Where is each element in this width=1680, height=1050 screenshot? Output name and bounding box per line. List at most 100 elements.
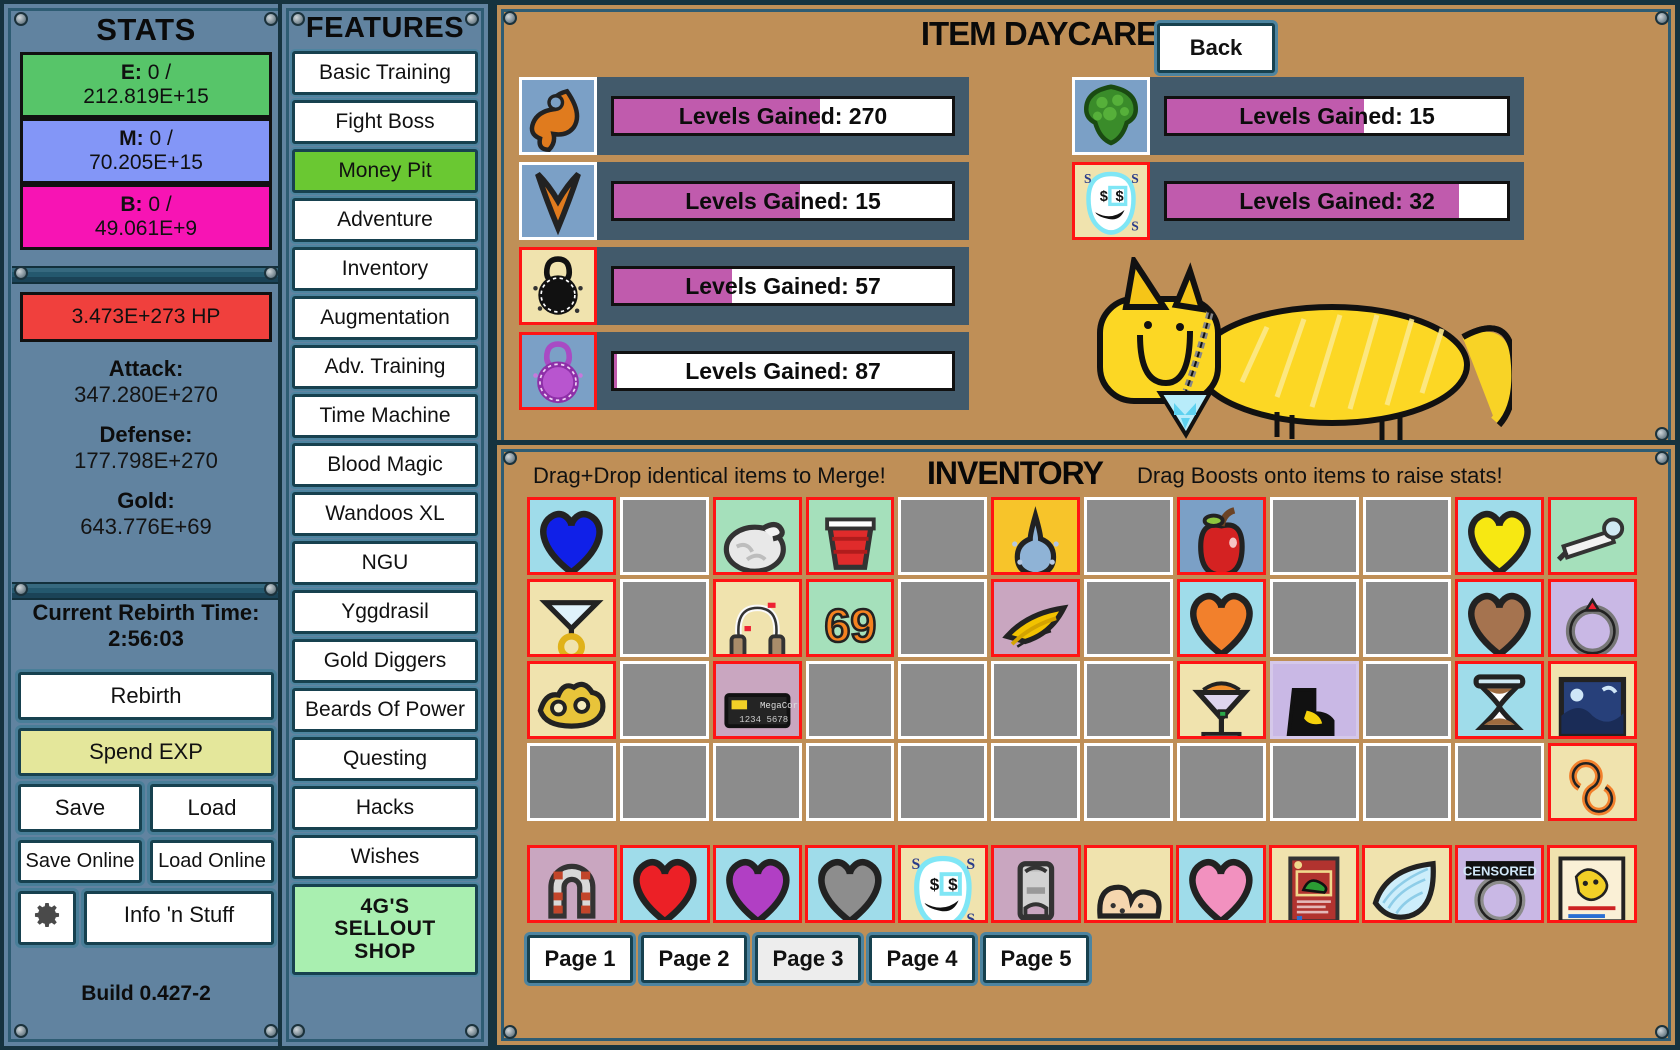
- feature-wandoos-xl[interactable]: Wandoos XL: [292, 492, 478, 536]
- inventory-slot-purple-ring[interactable]: [1548, 579, 1637, 657]
- feature-yggdrasil[interactable]: Yggdrasil: [292, 590, 478, 634]
- inventory-slot-starry-night[interactable]: [1548, 661, 1637, 739]
- settings-button[interactable]: [18, 891, 76, 945]
- feature-time-machine[interactable]: Time Machine: [292, 394, 478, 438]
- feature-gold-diggers[interactable]: Gold Diggers: [292, 639, 478, 683]
- inventory-slot-empty[interactable]: [805, 661, 895, 739]
- inventory-slot-censored-ring[interactable]: CENSORED: [1454, 845, 1545, 923]
- inventory-slot-empty[interactable]: [1084, 579, 1173, 657]
- inventory-slot-ice-wing[interactable]: [1361, 845, 1452, 923]
- inventory-slot-orange-heart[interactable]: [1176, 579, 1266, 657]
- inventory-slot-empty[interactable]: [898, 579, 988, 657]
- back-button[interactable]: Back: [1157, 23, 1275, 73]
- inventory-slot-cocktail-glass[interactable]: [1176, 661, 1266, 739]
- page-button-page-5[interactable]: Page 5: [983, 935, 1089, 983]
- rebirth-button[interactable]: Rebirth: [18, 672, 274, 720]
- inventory-slot-sixty-nine[interactable]: 69: [805, 579, 895, 657]
- sellout-shop-button[interactable]: 4G'S SELLOUT SHOP: [292, 884, 478, 975]
- load-online-button[interactable]: Load Online: [150, 840, 274, 883]
- inventory-slot-empty[interactable]: [1269, 743, 1359, 821]
- boomerang-item[interactable]: [519, 162, 597, 240]
- feature-wishes[interactable]: Wishes: [292, 835, 478, 879]
- inventory-slot-blue-gem-charm[interactable]: [991, 497, 1080, 575]
- inventory-slot-red-cup[interactable]: [805, 497, 895, 575]
- inventory-slot-earbuds[interactable]: [712, 579, 802, 657]
- feature-ngu[interactable]: NGU: [292, 541, 478, 585]
- daycare-slot[interactable]: Levels Gained: 15: [519, 162, 969, 240]
- inventory-slot-red-apple[interactable]: [1176, 497, 1266, 575]
- inventory-slot-empty[interactable]: [619, 579, 709, 657]
- inventory-slot-blue-heart[interactable]: [527, 497, 616, 575]
- money-ghost-item[interactable]: $ $ S S S: [1072, 162, 1150, 240]
- inventory-slot-horseshoe-magnet[interactable]: [527, 845, 617, 923]
- inventory-slot-empty[interactable]: [1084, 661, 1173, 739]
- inventory-slot-empty[interactable]: [898, 661, 988, 739]
- inventory-slot-empty[interactable]: [898, 743, 988, 821]
- inventory-slot-empty[interactable]: [619, 743, 709, 821]
- daycare-slot[interactable]: $ $ S S S Levels Gained: 32: [1072, 162, 1524, 240]
- save-online-button[interactable]: Save Online: [18, 840, 142, 883]
- page-button-page-1[interactable]: Page 1: [527, 935, 633, 983]
- inventory-slot-empty[interactable]: [1084, 497, 1173, 575]
- inventory-slot-empty[interactable]: [991, 743, 1080, 821]
- inventory-slot-gold-knuckles[interactable]: [527, 661, 616, 739]
- inventory-slot-empty[interactable]: [991, 661, 1080, 739]
- inventory-slot-hourglass[interactable]: [1455, 661, 1545, 739]
- inventory-slot-black-boot[interactable]: [1269, 661, 1359, 739]
- black-amulet-item[interactable]: [519, 247, 597, 325]
- load-button[interactable]: Load: [150, 784, 274, 832]
- inventory-slot-infinity-loop[interactable]: [1548, 743, 1637, 821]
- inventory-slot-purple-heart[interactable]: [712, 845, 803, 923]
- page-button-page-3[interactable]: Page 3: [755, 935, 861, 983]
- inventory-slot-empty[interactable]: [1269, 579, 1359, 657]
- inventory-slot-yellow-leaf[interactable]: [991, 579, 1080, 657]
- inventory-slot-yellow-heart[interactable]: [1455, 497, 1545, 575]
- feature-augmentation[interactable]: Augmentation: [292, 296, 478, 340]
- inventory-slot-monster-card[interactable]: [1269, 845, 1359, 923]
- inventory-slot-empty[interactable]: [619, 661, 709, 739]
- inventory-slot-empty[interactable]: [1362, 579, 1452, 657]
- feature-adventure[interactable]: Adventure: [292, 198, 478, 242]
- inventory-slot-empty[interactable]: [527, 743, 616, 821]
- daycare-slot[interactable]: Levels Gained: 270: [519, 77, 969, 155]
- feature-money-pit[interactable]: Money Pit: [292, 149, 478, 193]
- feature-basic-training[interactable]: Basic Training: [292, 51, 478, 95]
- inventory-slot-empty[interactable]: [1362, 497, 1452, 575]
- save-button[interactable]: Save: [18, 784, 142, 832]
- inventory-slot-red-heart[interactable]: [619, 845, 710, 923]
- daycare-slot[interactable]: Levels Gained: 57: [519, 247, 969, 325]
- inventory-slot-empty[interactable]: [1362, 743, 1452, 821]
- inventory-slot-brain[interactable]: [712, 497, 802, 575]
- inventory-slot-white-pen[interactable]: [1548, 497, 1637, 575]
- page-button-page-4[interactable]: Page 4: [869, 935, 975, 983]
- inventory-slot-empty[interactable]: [805, 743, 895, 821]
- broccoli-item[interactable]: [1072, 77, 1150, 155]
- inventory-slot-empty[interactable]: [1362, 661, 1452, 739]
- inventory-slot-grey-heart[interactable]: [805, 845, 895, 923]
- inventory-slot-empty[interactable]: [1084, 743, 1173, 821]
- inventory-slot-empty[interactable]: [1455, 743, 1545, 821]
- feature-beards-of-power[interactable]: Beards Of Power: [292, 688, 478, 732]
- inventory-slot-empty[interactable]: [1176, 743, 1266, 821]
- daycare-slot[interactable]: Levels Gained: 15: [1072, 77, 1524, 155]
- wrench-item[interactable]: [519, 77, 597, 155]
- inventory-slot-grey-canister[interactable]: [990, 845, 1081, 923]
- inventory-slot-empty[interactable]: [712, 743, 802, 821]
- feature-inventory[interactable]: Inventory: [292, 247, 478, 291]
- inventory-slot-diamond-necklace[interactable]: [527, 579, 616, 657]
- page-button-page-2[interactable]: Page 2: [641, 935, 747, 983]
- feature-hacks[interactable]: Hacks: [292, 786, 478, 830]
- purple-amulet-item[interactable]: [519, 332, 597, 410]
- inventory-slot-pink-heart[interactable]: [1176, 845, 1266, 923]
- inventory-slot-peach-bum[interactable]: [1083, 845, 1174, 923]
- feature-adv-training[interactable]: Adv. Training: [292, 345, 478, 389]
- inventory-slot-empty[interactable]: [1269, 497, 1359, 575]
- inventory-slot-money-ghost[interactable]: $ $ S S S: [898, 845, 988, 923]
- inventory-slot-comic-page[interactable]: [1547, 845, 1637, 923]
- feature-fight-boss[interactable]: Fight Boss: [292, 100, 478, 144]
- feature-questing[interactable]: Questing: [292, 737, 478, 781]
- inventory-slot-empty[interactable]: [619, 497, 709, 575]
- feature-blood-magic[interactable]: Blood Magic: [292, 443, 478, 487]
- inventory-slot-brown-heart[interactable]: [1455, 579, 1545, 657]
- spend-exp-button[interactable]: Spend EXP: [18, 728, 274, 776]
